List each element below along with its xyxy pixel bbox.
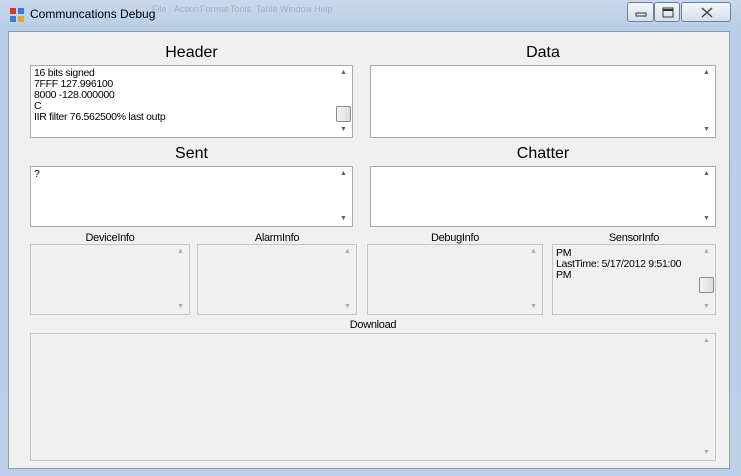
ghost-menu-item: Help	[314, 4, 333, 14]
scroll-up-arrow-icon[interactable]: ▲	[698, 245, 715, 259]
scroll-up-arrow-icon[interactable]: ▲	[335, 66, 352, 80]
alarm-info-textbox[interactable]: ▲ ▼	[197, 244, 357, 315]
scroll-up-arrow-icon[interactable]: ▲	[172, 245, 189, 259]
chatter-textbox[interactable]: ▲ ▼	[370, 166, 716, 227]
scroll-down-arrow-icon[interactable]: ▼	[335, 212, 352, 226]
scroll-up-arrow-icon[interactable]: ▲	[525, 245, 542, 259]
sensor-info-text: PM LastTime: 5/17/2012 9:51:00 PM	[556, 247, 682, 281]
window-title: Communcations Debug	[30, 7, 156, 21]
header-textbox[interactable]: 16 bits signed 7FFF 127.996100 8000 -128…	[30, 65, 353, 138]
scroll-up-arrow-icon[interactable]: ▲	[698, 66, 715, 80]
debug-info-label: DebugInfo	[430, 232, 480, 244]
sent-scrollbar[interactable]: ▲ ▼	[335, 167, 352, 226]
data-textbox[interactable]: ▲ ▼	[370, 65, 716, 138]
header-scrollbar[interactable]: ▲ ▼	[335, 66, 352, 137]
device-info-scrollbar[interactable]: ▲ ▼	[172, 245, 189, 314]
device-info-textbox[interactable]: ▲ ▼	[30, 244, 190, 315]
client-area: Header 16 bits signed 7FFF 127.996100 80…	[8, 31, 730, 469]
header-scroll-thumb[interactable]	[336, 106, 351, 122]
maximize-button[interactable]	[654, 2, 680, 22]
scroll-up-arrow-icon[interactable]: ▲	[339, 245, 356, 259]
scroll-down-arrow-icon[interactable]: ▼	[698, 446, 715, 460]
device-info-label: DeviceInfo	[85, 232, 135, 244]
scroll-down-arrow-icon[interactable]: ▼	[698, 123, 715, 137]
close-button[interactable]	[681, 2, 731, 22]
header-text: 16 bits signed 7FFF 127.996100 8000 -128…	[34, 67, 166, 123]
scroll-up-arrow-icon[interactable]: ▲	[698, 334, 715, 348]
download-scrollbar[interactable]: ▲ ▼	[698, 334, 715, 460]
sensor-info-scrollbar[interactable]: ▲ ▼	[698, 245, 715, 314]
sensor-info-label: SensorInfo	[608, 232, 660, 244]
sensor-info-textbox[interactable]: PM LastTime: 5/17/2012 9:51:00 PM ▲ ▼	[552, 244, 716, 315]
scroll-up-arrow-icon[interactable]: ▲	[335, 167, 352, 181]
sent-label: Sent	[175, 145, 208, 162]
chatter-label: Chatter	[516, 145, 570, 162]
ghost-menu-item: Window	[280, 4, 313, 14]
scroll-up-arrow-icon[interactable]: ▲	[698, 167, 715, 181]
download-textbox[interactable]: ▲ ▼	[30, 333, 716, 461]
sent-textbox[interactable]: ? ▲ ▼	[30, 166, 353, 227]
scroll-down-arrow-icon[interactable]: ▼	[525, 300, 542, 314]
app-icon	[10, 8, 24, 22]
scroll-down-arrow-icon[interactable]: ▼	[698, 300, 715, 314]
debug-window: Communcations Debug File Action Format T…	[0, 0, 741, 476]
sensor-info-scroll-thumb[interactable]	[699, 277, 714, 293]
chatter-scrollbar[interactable]: ▲ ▼	[698, 167, 715, 226]
ghost-menu-item: Table	[256, 4, 278, 14]
ghost-menu-item: Tools	[230, 4, 252, 14]
ghost-menu-item: File	[152, 4, 167, 14]
title-bar[interactable]: Communcations Debug File Action Format T…	[0, 0, 741, 28]
alarm-info-label: AlarmInfo	[254, 232, 300, 244]
scroll-down-arrow-icon[interactable]: ▼	[698, 212, 715, 226]
ghost-menu-item: Action	[174, 4, 200, 14]
header-label: Header	[165, 44, 218, 61]
scroll-down-arrow-icon[interactable]: ▼	[335, 123, 352, 137]
ghost-menu-item: Format	[200, 4, 229, 14]
sent-text: ?	[34, 168, 40, 180]
close-icon	[701, 7, 713, 18]
download-label: Download	[349, 319, 397, 331]
debug-info-scrollbar[interactable]: ▲ ▼	[525, 245, 542, 314]
scroll-down-arrow-icon[interactable]: ▼	[172, 300, 189, 314]
maximize-icon	[662, 7, 674, 18]
minimize-icon	[635, 12, 647, 17]
data-label: Data	[526, 44, 560, 61]
debug-info-textbox[interactable]: ▲ ▼	[367, 244, 543, 315]
scroll-down-arrow-icon[interactable]: ▼	[339, 300, 356, 314]
alarm-info-scrollbar[interactable]: ▲ ▼	[339, 245, 356, 314]
data-scrollbar[interactable]: ▲ ▼	[698, 66, 715, 137]
minimize-button[interactable]	[627, 2, 654, 22]
